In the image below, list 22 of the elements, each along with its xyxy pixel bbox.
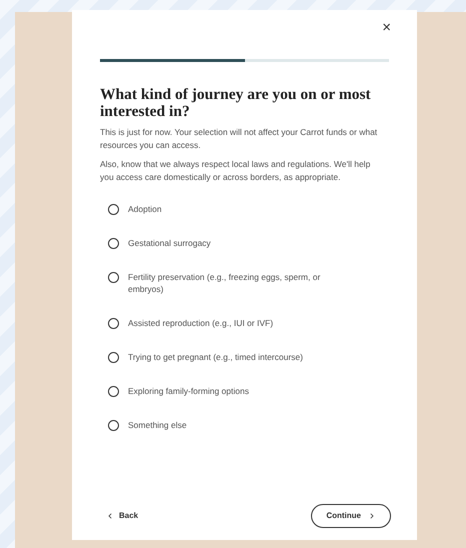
question-title: What kind of journey are you on or most interested in? xyxy=(100,86,372,120)
radio-icon xyxy=(108,238,119,249)
option-radio[interactable]: Exploring family-forming options xyxy=(100,374,389,408)
option-radio[interactable]: Adoption xyxy=(100,192,389,226)
radio-icon xyxy=(108,352,119,363)
radio-icon xyxy=(108,386,119,397)
radio-icon xyxy=(108,318,119,329)
option-radio[interactable]: Gestational surrogacy xyxy=(100,226,389,260)
intro-text: This is just for now. Your selection will not affect your Carrot funds or what resources you can access. xyxy=(100,126,378,152)
chevron-left-icon xyxy=(106,512,114,520)
radio-icon xyxy=(108,420,119,431)
option-radio[interactable]: Something else xyxy=(100,408,389,442)
chevron-right-icon xyxy=(368,512,376,520)
intro-text: Also, know that we always respect local laws and regulations. We'll help you access care domestically or across borders, as appropriate. xyxy=(100,158,372,184)
continue-button[interactable]: Continue xyxy=(311,504,391,528)
option-radio[interactable]: Fertility preservation (e.g., freezing eggs, sperm, or embryos) xyxy=(100,260,389,306)
close-button[interactable]: × xyxy=(378,20,395,35)
option-radio[interactable]: Trying to get pregnant (e.g., timed intercourse) xyxy=(100,340,389,374)
option-radio[interactable]: Assisted reproduction (e.g., IUI or IVF) xyxy=(100,306,389,340)
radio-icon xyxy=(108,204,119,215)
back-button[interactable]: Back xyxy=(100,510,138,522)
radio-icon xyxy=(108,272,119,283)
